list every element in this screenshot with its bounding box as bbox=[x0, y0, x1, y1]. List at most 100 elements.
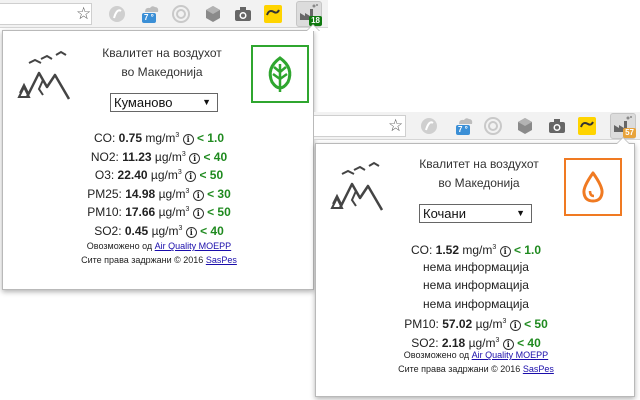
no-info-row: нема информација bbox=[423, 296, 529, 311]
info-icon[interactable]: i bbox=[189, 152, 201, 164]
unit-label: µg/m3 bbox=[159, 187, 190, 201]
pollutant-value: 22.40 bbox=[117, 168, 148, 182]
threshold: < 50 bbox=[207, 205, 231, 219]
copyright-line: Сите права задржани © 2016 SasPes bbox=[316, 362, 636, 376]
unit-label: µg/m3 bbox=[152, 224, 183, 238]
city-select[interactable]: Кочани ▼ bbox=[419, 204, 532, 223]
city-select[interactable]: Куманово ▼ bbox=[110, 93, 218, 112]
pollutant-label: PM10: bbox=[87, 205, 126, 219]
threshold: < 40 bbox=[203, 149, 228, 164]
popup-footer: Овозможено од Air Quality MOEPP Сите пра… bbox=[316, 348, 636, 376]
air-quality-extension-button[interactable]: 57 bbox=[610, 113, 636, 139]
pollutant-value: 11.23 bbox=[122, 149, 152, 164]
city-select-value: Куманово bbox=[114, 95, 173, 110]
pollutant-row: PM10: 17.66 µg/m3 i < 50 bbox=[3, 201, 315, 220]
pollutant-row: NO2: 11.23 µg/m3 i < 40 bbox=[3, 146, 315, 165]
saspes-link[interactable]: SasPes bbox=[206, 255, 237, 265]
threshold: < 1.0 bbox=[513, 243, 541, 257]
info-icon[interactable]: i bbox=[509, 320, 521, 331]
target-extension-icon[interactable] bbox=[172, 5, 190, 23]
post-horn-extension-icon[interactable] bbox=[264, 5, 282, 23]
cube-superscript: 3 bbox=[495, 336, 500, 344]
unit-label: µg/m3 bbox=[476, 317, 507, 331]
title-line-2: во Македонија bbox=[438, 176, 520, 190]
browser-toolbar-2: ☆ 7 ° 57 bbox=[314, 112, 640, 140]
pollutant-label: SO2: bbox=[94, 223, 125, 238]
moepp-link[interactable]: Air Quality MOEPP bbox=[472, 350, 549, 360]
popup-title: Квалитет на воздухот во Македонија bbox=[404, 155, 554, 193]
weather-extension-icon[interactable]: 7 ° bbox=[142, 3, 160, 23]
popup-footer: Овозможено од Air Quality MOEPP Сите пра… bbox=[3, 239, 315, 267]
unit-text: µg/m bbox=[475, 317, 503, 331]
unit-text: µg/m bbox=[150, 168, 178, 182]
target-extension-icon[interactable] bbox=[484, 117, 502, 135]
pollutant-label: NO2: bbox=[90, 149, 123, 164]
air-quality-popup-kochani: Квалитет на воздухот во Македонија Кочан… bbox=[315, 137, 636, 397]
chevron-down-icon: ▼ bbox=[202, 97, 211, 107]
unit-label: mg/m3 bbox=[145, 131, 179, 145]
cube-superscript: 3 bbox=[181, 150, 186, 158]
weather-temp-badge: 7 ° bbox=[456, 125, 470, 135]
unit-label: µg/m3 bbox=[151, 168, 182, 182]
pollutant-list: CO: 1.52 mg/m3 i < 1.0 нема информација … bbox=[316, 239, 636, 350]
status-box bbox=[251, 45, 309, 103]
bookmark-star-icon[interactable]: ☆ bbox=[388, 115, 403, 137]
city-select-value: Кочани bbox=[423, 206, 466, 221]
popup-arrow bbox=[616, 137, 630, 144]
copyright-text: Сите права задржани © 2016 bbox=[81, 255, 206, 265]
weather-extension-icon[interactable]: 7 ° bbox=[456, 115, 474, 135]
info-icon[interactable]: i bbox=[185, 226, 197, 238]
cube-extension-icon[interactable] bbox=[204, 5, 222, 23]
threshold: < 40 bbox=[200, 223, 224, 238]
cube-superscript: 3 bbox=[177, 169, 182, 176]
cube-superscript: 3 bbox=[178, 224, 183, 232]
pollutant-value: 1.52 bbox=[435, 243, 460, 257]
info-icon[interactable]: i bbox=[499, 246, 511, 257]
cube-superscript: 3 bbox=[185, 206, 190, 213]
cube-superscript: 3 bbox=[492, 244, 497, 251]
moepp-link[interactable]: Air Quality MOEPP bbox=[155, 241, 232, 251]
unit-text: mg/m bbox=[145, 131, 176, 145]
pollutant-value: 0.45 bbox=[124, 223, 149, 238]
camera-extension-icon[interactable] bbox=[234, 5, 252, 23]
unit-label: µg/m3 bbox=[159, 205, 190, 219]
cube-superscript: 3 bbox=[175, 132, 180, 139]
bookmark-star-icon[interactable]: ☆ bbox=[76, 3, 91, 25]
cube-superscript: 3 bbox=[502, 318, 507, 325]
unit-label: mg/m3 bbox=[462, 243, 496, 257]
pollutant-row: O3: 22.40 µg/m3 i < 50 bbox=[3, 164, 315, 183]
air-quality-popup-kumanovo: Квалитет на воздухот во Македонија Куман… bbox=[2, 24, 320, 290]
ghost-extension-icon[interactable] bbox=[420, 117, 438, 135]
unit-text: µg/m bbox=[151, 223, 179, 238]
info-icon[interactable]: i bbox=[182, 134, 194, 145]
pollutant-label: PM25: bbox=[87, 186, 126, 201]
weather-temp-badge: 7 ° bbox=[142, 13, 156, 23]
info-icon[interactable]: i bbox=[192, 189, 204, 201]
pollutant-row-pm10: PM10: 57.02 µg/m3 i < 50 bbox=[316, 313, 636, 332]
mountains-icon bbox=[330, 161, 384, 211]
ghost-extension-icon[interactable] bbox=[108, 5, 126, 23]
unit-text: µg/m bbox=[158, 186, 186, 201]
pollutant-label: O3: bbox=[94, 168, 118, 182]
threshold: < 50 bbox=[199, 168, 224, 182]
popup-title: Квалитет на воздухот во Македонија bbox=[87, 44, 237, 82]
copyright-line: Сите права задржани © 2016 SasPes bbox=[3, 253, 315, 267]
cube-extension-icon[interactable] bbox=[516, 117, 534, 135]
info-icon[interactable]: i bbox=[185, 171, 197, 182]
chevron-down-icon: ▼ bbox=[516, 208, 525, 218]
unit-text: mg/m bbox=[462, 243, 493, 257]
no-info-row: нема информација bbox=[423, 259, 529, 274]
drop-icon bbox=[582, 171, 604, 203]
pollutant-value: 57.02 bbox=[442, 317, 473, 331]
info-icon[interactable]: i bbox=[192, 208, 204, 219]
credits-text: Овозможено од bbox=[403, 350, 472, 360]
pollutant-label: CO: bbox=[94, 131, 119, 145]
unit-label: µg/m3 bbox=[155, 150, 186, 164]
camera-extension-icon[interactable] bbox=[548, 117, 566, 135]
threshold: < 30 bbox=[207, 186, 231, 201]
title-line-1: Квалитет на воздухот bbox=[419, 157, 539, 171]
pollutant-row: PM25: 14.98 µg/m3 i < 30 bbox=[3, 183, 315, 202]
post-horn-extension-icon[interactable] bbox=[578, 117, 596, 135]
saspes-link[interactable]: SasPes bbox=[523, 364, 554, 374]
no-info-row: нема информација bbox=[423, 278, 529, 292]
